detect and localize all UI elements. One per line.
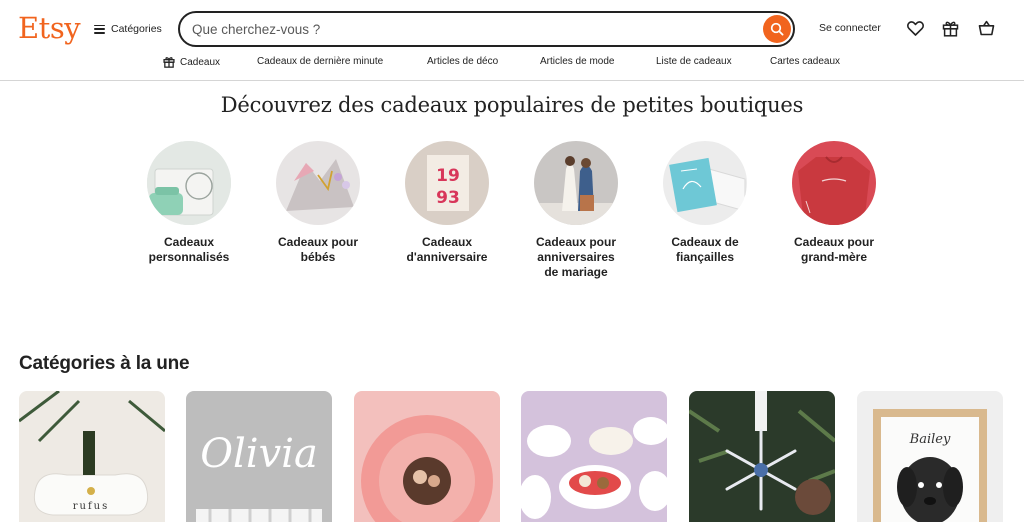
favorites-button[interactable] xyxy=(905,18,925,38)
gift-category-image xyxy=(792,141,876,225)
gift-category-image: 19 93 xyxy=(405,141,489,225)
gift-category-image xyxy=(534,141,618,225)
search-input[interactable] xyxy=(192,19,752,39)
gift-category-engagement[interactable]: Cadeaux de fiançailles xyxy=(645,141,765,265)
cart-icon xyxy=(978,20,994,36)
menu-icon xyxy=(94,24,105,34)
featured-category-card[interactable]: Olivia xyxy=(186,391,332,522)
search-bar xyxy=(178,11,795,47)
category-image: Olivia xyxy=(186,391,332,522)
category-image xyxy=(521,391,667,522)
gift-category-wedding-anniversary[interactable]: Cadeaux pour anniversaires de mariage xyxy=(516,141,636,280)
gift-category-image xyxy=(147,141,231,225)
gifts-section-title: Découvrez des cadeaux populaires de peti… xyxy=(220,93,804,117)
sign-in-link[interactable]: Se connecter xyxy=(819,22,881,34)
categories-button[interactable]: Catégories xyxy=(94,20,162,38)
featured-category-card[interactable] xyxy=(521,391,667,522)
featured-categories-title: Catégories à la une xyxy=(19,353,190,374)
subnav-gift-list[interactable]: Liste de cadeaux xyxy=(656,56,732,67)
site-header: Etsy Catégories Se connecter xyxy=(0,0,1024,81)
featured-category-card[interactable] xyxy=(354,391,500,522)
card-image-text: Olivia xyxy=(200,431,318,477)
category-image: rufus xyxy=(19,391,165,522)
gift-category-label: Cadeaux de fiançailles xyxy=(671,235,739,264)
gifts-button[interactable] xyxy=(940,18,960,38)
gift-category-baby[interactable]: Cadeaux pour bébés xyxy=(258,141,378,265)
featured-category-card[interactable]: rufus xyxy=(19,391,165,522)
subnav-gift-cards[interactable]: Cartes cadeaux xyxy=(770,56,840,67)
gift-category-image xyxy=(663,141,747,225)
category-image xyxy=(354,391,500,522)
gift-category-label: Cadeaux pour anniversaires de mariage xyxy=(535,235,616,279)
subnav-label: Cadeaux xyxy=(180,56,221,68)
subnav-home-decor[interactable]: Articles de déco xyxy=(427,56,498,67)
gift-category-label: Cadeaux d'anniversaire xyxy=(406,235,488,264)
etsy-logo[interactable]: Etsy xyxy=(18,11,81,45)
gift-category-label: Cadeaux personnalisés xyxy=(148,235,230,264)
featured-category-card[interactable]: Bailey xyxy=(857,391,1003,522)
gift-category-label: Cadeaux pour bébés xyxy=(277,235,358,264)
gift-category-personalized[interactable]: Cadeaux personnalisés xyxy=(129,141,249,265)
card-image-text: rufus xyxy=(73,501,110,512)
card-image-text: Bailey xyxy=(909,432,951,447)
gift-category-birthday[interactable]: 19 93 Cadeaux d'anniversaire xyxy=(387,141,507,265)
featured-category-card[interactable] xyxy=(689,391,835,522)
subnav-last-minute-gifts[interactable]: Cadeaux de dernière minute xyxy=(257,56,383,67)
subnav-fashion[interactable]: Articles de mode xyxy=(540,56,614,67)
sub-navigation: Cadeaux Cadeaux de dernière minute Artic… xyxy=(0,56,1024,70)
subnav-gifts[interactable]: Cadeaux xyxy=(163,56,220,68)
gift-icon xyxy=(163,57,175,68)
gift-icon xyxy=(942,21,958,37)
gift-category-image xyxy=(276,141,360,225)
search-icon xyxy=(770,22,784,36)
categories-label: Catégories xyxy=(111,23,162,35)
category-image: Bailey xyxy=(857,391,1003,522)
category-image xyxy=(689,391,835,522)
cart-button[interactable] xyxy=(976,18,996,38)
svg-text:93: 93 xyxy=(436,188,460,208)
heart-icon xyxy=(906,20,924,36)
svg-text:19: 19 xyxy=(436,166,460,186)
search-button[interactable] xyxy=(763,15,791,43)
gift-category-grandmother[interactable]: Cadeaux pour grand-mère xyxy=(774,141,894,265)
gift-category-label: Cadeaux pour grand-mère xyxy=(793,235,874,264)
